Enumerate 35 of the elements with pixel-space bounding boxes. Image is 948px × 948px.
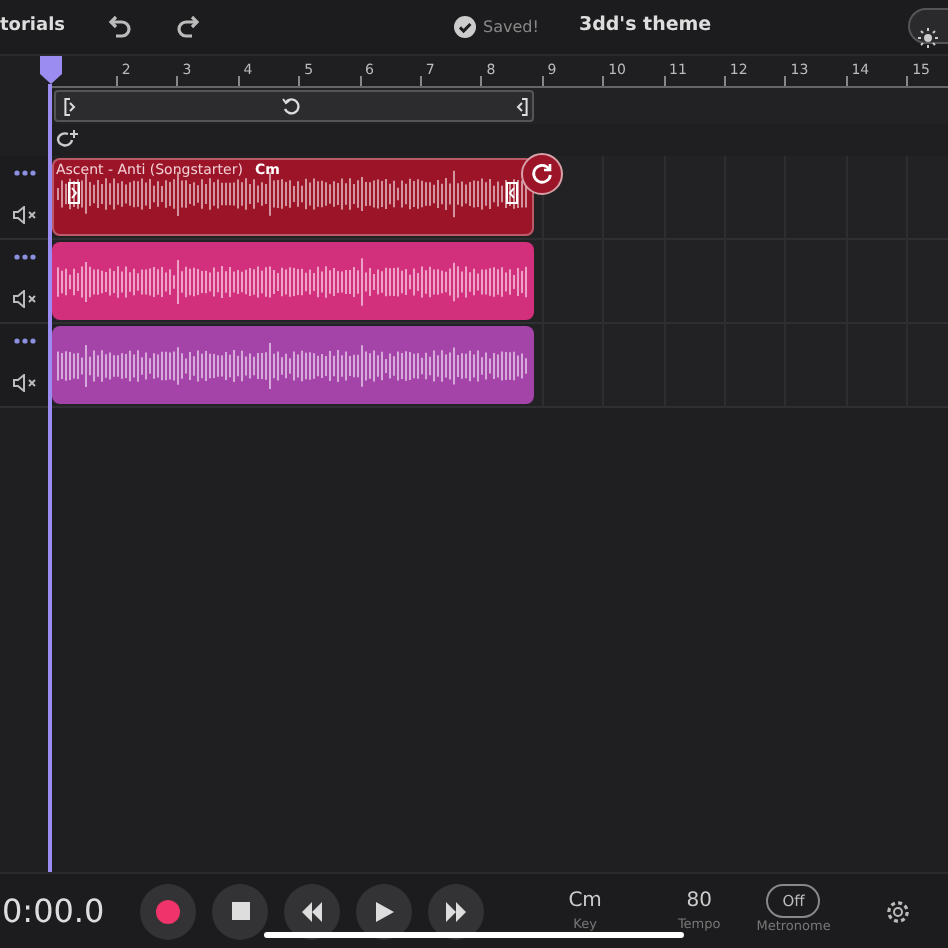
tutorials-link[interactable]: torials (0, 13, 66, 41)
check-icon (453, 16, 476, 38)
saved-status: Saved! (483, 15, 539, 39)
theme-toggle[interactable] (908, 8, 948, 44)
record-icon (156, 899, 181, 923)
more-icon[interactable] (13, 254, 35, 261)
stop-button[interactable] (212, 883, 269, 939)
playhead-handle[interactable] (40, 56, 62, 84)
time-display: 0:00.0 (2, 889, 105, 933)
trim-start-icon[interactable] (68, 182, 80, 204)
fast-forward-icon (444, 901, 469, 921)
mute-icon[interactable] (11, 373, 37, 392)
mute-icon[interactable] (11, 289, 37, 308)
tempo-value[interactable]: 80 (686, 886, 712, 917)
audio-clip[interactable] (52, 326, 534, 404)
loop-start-icon[interactable] (64, 98, 78, 116)
redo-icon[interactable] (175, 14, 202, 40)
project-title: 3dd's theme (578, 12, 712, 41)
play-icon (375, 901, 394, 921)
stop-icon (231, 902, 250, 920)
undo-icon[interactable] (105, 14, 132, 40)
rewind-icon (300, 901, 325, 921)
audio-clip[interactable] (52, 242, 534, 320)
loop-icon[interactable] (282, 96, 302, 116)
settings-icon[interactable] (886, 899, 911, 923)
loop-end-icon[interactable] (514, 98, 528, 116)
sun-icon (918, 28, 938, 49)
more-icon[interactable] (13, 338, 35, 345)
trim-end-icon[interactable] (506, 182, 518, 204)
key-value[interactable]: Cm (568, 886, 602, 917)
add-loop-icon[interactable] (56, 129, 80, 151)
record-button[interactable] (140, 883, 197, 939)
refresh-icon[interactable] (520, 152, 564, 196)
mute-icon[interactable] (11, 205, 37, 224)
more-icon[interactable] (13, 170, 35, 177)
